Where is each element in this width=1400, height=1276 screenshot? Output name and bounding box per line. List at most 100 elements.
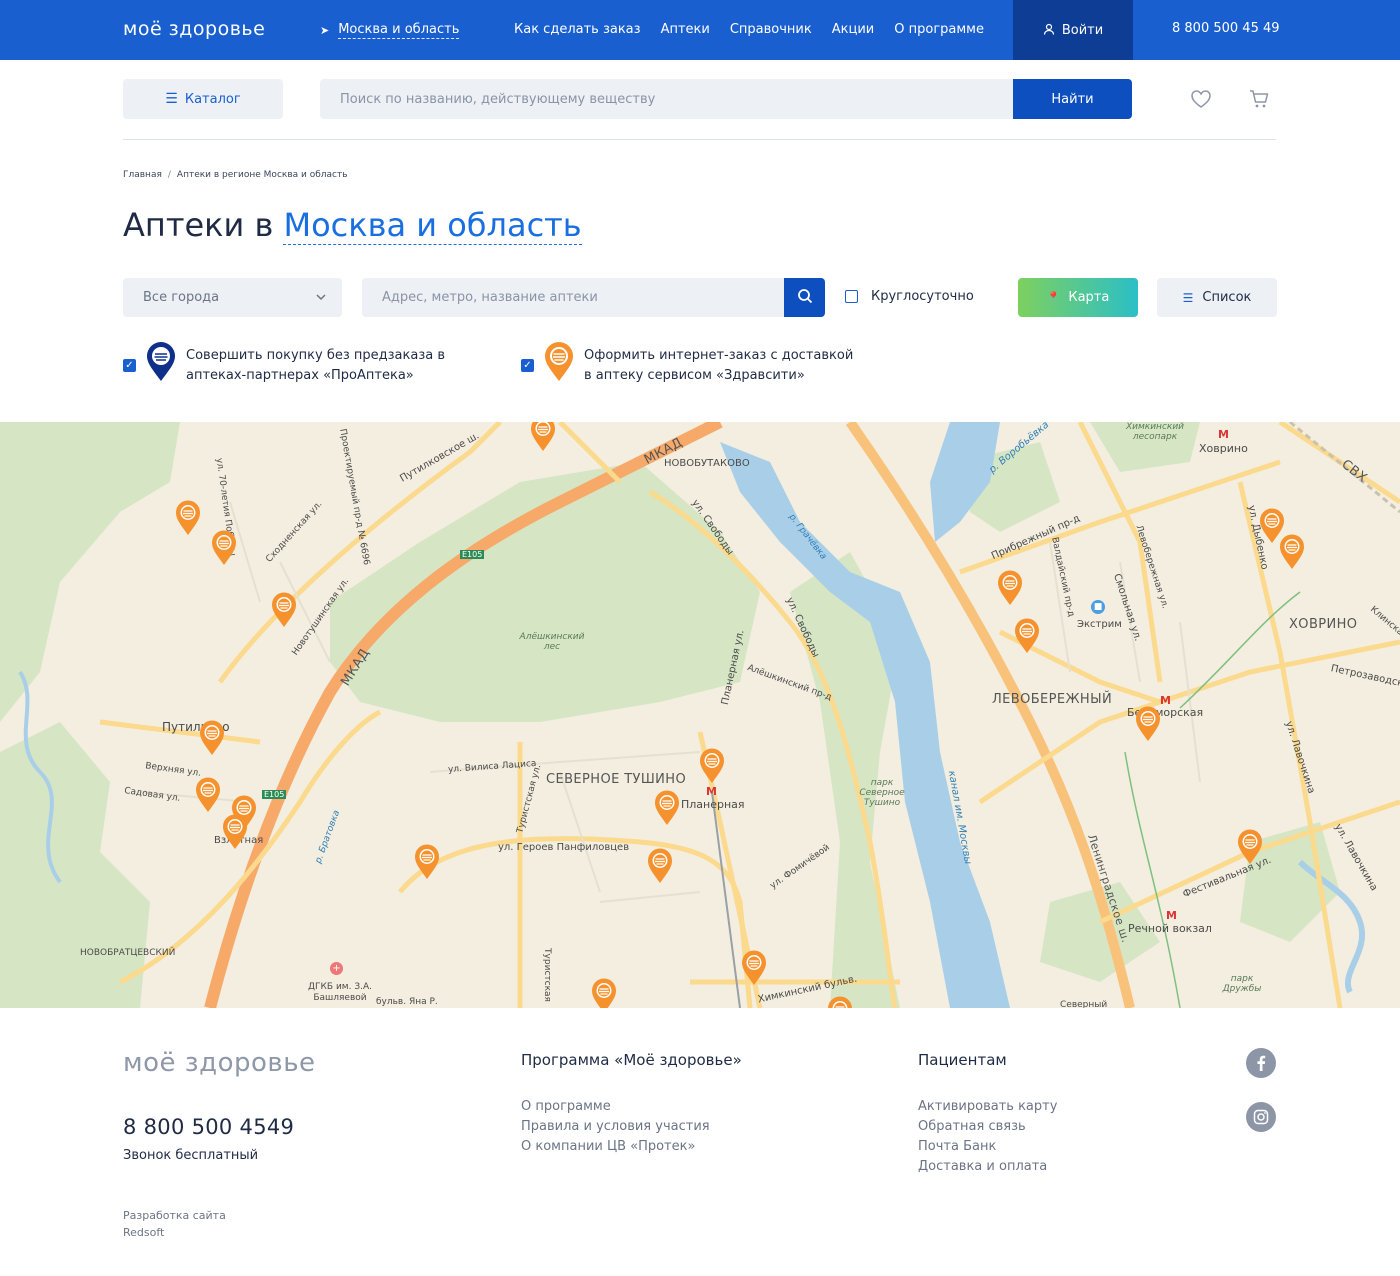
pharmacy-pin-icon[interactable] <box>997 570 1023 606</box>
pharmacy-pin-icon[interactable] <box>654 790 680 826</box>
list-view-button[interactable]: ☰ Список <box>1157 278 1277 317</box>
legend-partner[interactable]: ✓ Совершить покупку без предзаказа в апт… <box>123 342 445 389</box>
legend-zdravcity[interactable]: ✓ Оформить интернет-заказ с доставкой в … <box>521 342 853 389</box>
cart-icon[interactable] <box>1248 88 1270 114</box>
facebook-icon[interactable] <box>1246 1048 1276 1078</box>
map-label-levoberezhny: ЛЕВОБЕРЕЖНЫЙ <box>992 692 1113 707</box>
legend-zdravcity-line1: Оформить интернет-заказ с доставкой <box>584 347 854 363</box>
footer-developer[interactable]: Разработка сайта Redsoft <box>123 1207 226 1241</box>
pharmacy-pin-icon[interactable] <box>199 720 225 756</box>
pharmacy-pin-icon[interactable] <box>1237 829 1263 865</box>
zdravcity-pin-icon <box>544 342 574 389</box>
footer-link-activate-card[interactable]: Активировать карту <box>918 1097 1057 1117</box>
map-label-park-druzhby: парк Дружбы <box>1222 974 1262 994</box>
proapteka-pin-icon <box>146 342 176 389</box>
round-the-clock-filter[interactable]: Круглосуточно <box>845 289 974 304</box>
nav-promotions[interactable]: Акции <box>832 22 875 37</box>
pharmacy-pin-icon[interactable] <box>211 530 237 566</box>
pharmacy-pin-icon[interactable] <box>271 592 297 628</box>
map-view-button[interactable]: 📍 Карта <box>1018 278 1138 317</box>
page-title: Аптеки в Москва и область <box>123 206 582 245</box>
site-logo[interactable]: моё здоровье <box>123 18 265 40</box>
region-selector[interactable]: ➤ Москва и область <box>320 22 460 39</box>
chevron-down-icon <box>314 290 328 308</box>
footer-link-company[interactable]: О компании ЦВ «Протек» <box>521 1137 742 1157</box>
login-button[interactable]: Войти <box>1013 0 1133 60</box>
pharmacy-pin-icon[interactable] <box>827 996 853 1008</box>
catalog-button[interactable]: ☰ Каталог <box>123 79 283 119</box>
map-label-severny: Северный <box>1060 1000 1108 1008</box>
header-phone[interactable]: 8 800 500 45 49 <box>1172 21 1280 36</box>
map-label-severnoe-tushino: СЕВЕРНОЕ ТУШИНО <box>546 772 687 787</box>
address-search-button[interactable] <box>784 278 825 317</box>
nav-reference[interactable]: Справочник <box>730 22 812 37</box>
pharmacy-pin-icon[interactable] <box>1135 706 1161 742</box>
map-label-dgkb: ДГКБ им. З.А. Башляевой <box>308 982 372 1003</box>
nav-about[interactable]: О программе <box>894 22 984 37</box>
metro-icon: М <box>1166 909 1177 922</box>
map-label-novobratsevsky: НОВОБРАТЦЕВСКИЙ <box>80 948 176 958</box>
map-label-planernaya-metro: Планерная <box>681 798 745 811</box>
footer-phone-note: Звонок бесплатный <box>123 1148 259 1163</box>
shop-icon: ■ <box>1091 600 1105 614</box>
map-label-panfilovtsev: ул. Героев Панфиловцев <box>498 842 630 853</box>
address-search-input[interactable] <box>362 278 785 317</box>
hospital-icon: + <box>330 962 343 975</box>
pharmacy-pin-icon[interactable] <box>175 500 201 536</box>
list-icon: ☰ <box>1182 290 1194 305</box>
pharmacy-pin-icon[interactable] <box>647 848 673 884</box>
pharmacy-pin-icon[interactable] <box>530 422 556 452</box>
pharmacy-pin-icon[interactable] <box>741 950 767 986</box>
footer-developer-line2: Redsoft <box>123 1226 165 1239</box>
map-label-ekstrim: Экстрим <box>1077 619 1122 630</box>
map-label-turistskaya-2: Туристская <box>541 948 552 1002</box>
pharmacy-pin-icon[interactable] <box>699 748 725 784</box>
map-label-bulv-yana: бульв. Яна Р. <box>376 997 438 1007</box>
search-input[interactable] <box>320 79 1014 119</box>
location-arrow-icon: ➤ <box>320 24 330 37</box>
pharmacy-pin-icon[interactable] <box>195 777 221 813</box>
login-label: Войти <box>1061 22 1104 38</box>
legend-zdravcity-checkbox[interactable]: ✓ <box>521 359 534 372</box>
footer-link-pochta-bank[interactable]: Почта Банк <box>918 1137 1057 1157</box>
round-the-clock-label: Круглосуточно <box>871 289 974 304</box>
legend-partner-line2: аптеках-партнерах «ПроАптека» <box>186 367 414 383</box>
footer-developer-line1: Разработка сайта <box>123 1209 226 1222</box>
header-divider <box>123 139 1276 140</box>
footer-program-column: Программа «Моё здоровье» О программе Пра… <box>521 1051 742 1157</box>
legend-partner-checkbox[interactable]: ✓ <box>123 359 136 372</box>
search-icon <box>797 288 813 308</box>
map-view-label: Карта <box>1068 290 1110 305</box>
footer-patients-title: Пациентам <box>918 1051 1007 1069</box>
pharmacy-pin-icon[interactable] <box>1014 618 1040 654</box>
pharmacy-pin-icon[interactable] <box>591 978 617 1008</box>
pharmacy-pin-icon[interactable] <box>1279 534 1305 570</box>
map-label-khovrino-station: Ховрино <box>1199 442 1248 455</box>
footer-phone[interactable]: 8 800 500 4549 <box>123 1115 294 1139</box>
instagram-icon[interactable] <box>1246 1102 1276 1132</box>
pharmacy-pin-icon[interactable] <box>222 814 248 850</box>
region-selector-label: Москва и область <box>338 22 460 39</box>
map-label-novobutakovo: НОВОБУТАКОВО <box>664 458 750 469</box>
nav-how-to-order[interactable]: Как сделать заказ <box>514 22 641 37</box>
round-the-clock-checkbox[interactable] <box>845 290 858 303</box>
search-button[interactable]: Найти <box>1013 79 1132 119</box>
map-label-khovrino-area: ХОВРИНО <box>1289 617 1358 632</box>
footer-link-rules[interactable]: Правила и условия участия <box>521 1117 742 1137</box>
nav-pharmacies[interactable]: Аптеки <box>661 22 710 37</box>
metro-icon: М <box>1160 694 1171 707</box>
footer-link-feedback[interactable]: Обратная связь <box>918 1117 1057 1137</box>
legend-zdravcity-line2: в аптеку сервисом «Здравсити» <box>584 367 805 383</box>
favorites-heart-icon[interactable] <box>1190 88 1212 114</box>
legend-partner-line1: Совершить покупку без предзаказа в <box>186 347 445 363</box>
page-title-region[interactable]: Москва и область <box>283 206 582 245</box>
footer-logo[interactable]: моё здоровье <box>123 1048 316 1078</box>
footer-program-title: Программа «Моё здоровье» <box>521 1051 742 1069</box>
pharmacy-map[interactable]: МКАД МКАД НОВОБУТАКОВО Путилковское ш. у… <box>0 422 1400 1008</box>
footer-link-delivery[interactable]: Доставка и оплата <box>918 1157 1057 1177</box>
pharmacy-pin-icon[interactable] <box>414 844 440 880</box>
city-select-value: Все города <box>143 290 220 305</box>
footer-link-about[interactable]: О программе <box>521 1097 742 1117</box>
breadcrumb-home[interactable]: Главная <box>123 170 162 180</box>
city-select[interactable]: Все города <box>123 278 342 317</box>
